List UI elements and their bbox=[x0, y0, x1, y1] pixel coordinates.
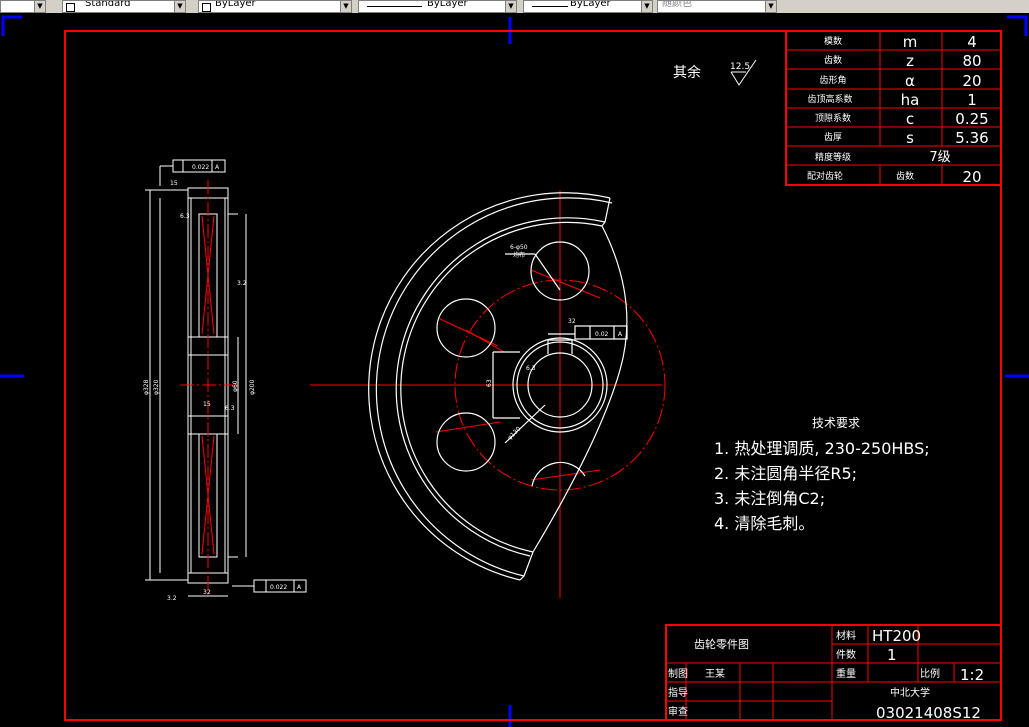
guide-label: 指导 bbox=[668, 686, 688, 699]
param-label: 齿厚 bbox=[824, 132, 842, 143]
mate-label: 配对齿轮 bbox=[807, 170, 843, 182]
param-label: 顶隙系数 bbox=[815, 112, 851, 124]
drawn-value: 王某 bbox=[705, 668, 725, 680]
side-tolerance-1: 0.022 bbox=[192, 164, 209, 171]
side-dim-top: 15 bbox=[170, 180, 178, 187]
weight-label: 重量 bbox=[836, 667, 856, 680]
lineweight-select[interactable]: ByLayer ▼ bbox=[523, 0, 653, 13]
side-dia-4: φ200 bbox=[249, 379, 256, 395]
side-dia-3: φ60 bbox=[232, 380, 239, 392]
side-dim-width: 32 bbox=[203, 589, 211, 596]
style-icon bbox=[66, 3, 75, 12]
side-dia-1: φ328 bbox=[143, 379, 150, 395]
layer-color-icon bbox=[202, 3, 211, 12]
parameter-table: 模数 齿数 齿形角 齿顶高系数 顶隙系数 齿厚 精度等级 配对齿轮 齿数 m z… bbox=[785, 30, 1002, 186]
keyway-depth: 63 bbox=[486, 379, 493, 387]
lineweight-sample-icon bbox=[532, 6, 568, 7]
param-value: 20 bbox=[962, 72, 981, 90]
tech-item: 4. 清除毛刺。 bbox=[714, 514, 814, 533]
drawing-number: 03021408S12 bbox=[876, 704, 981, 722]
plot-style-select[interactable]: 随颜色 ▼ bbox=[657, 0, 777, 13]
qty-label: 件数 bbox=[836, 648, 856, 661]
roughness-prefix: 其余 bbox=[673, 64, 701, 81]
side-tolerance-2: 0.022 bbox=[270, 584, 287, 591]
side-view: 0.022 A 0.022 A 15 32 15 3.2 6.3 3.2 6.3… bbox=[143, 159, 307, 602]
param-label: 模数 bbox=[824, 35, 842, 47]
dropdown-arrow-icon[interactable]: ▼ bbox=[765, 1, 776, 12]
tech-requirements: 技术要求 1. 热处理调质, 230-250HBS; 2. 未注圆角半径R5; … bbox=[714, 416, 930, 533]
param-value: 1 bbox=[967, 91, 977, 109]
side-datum-2: A bbox=[297, 584, 302, 591]
param-symbol: m bbox=[903, 33, 918, 51]
front-view: 6-φ50 均布 32 0.02 A 6.3 63 φ130 bbox=[310, 190, 666, 598]
keyway-tolerance: 0.02 bbox=[595, 331, 609, 338]
side-dim-mid: 15 bbox=[203, 401, 211, 408]
mate-sub-label: 齿数 bbox=[896, 170, 914, 182]
drawing-name: 齿轮零件图 bbox=[694, 637, 749, 651]
toolbar-left-stub[interactable]: ▼ bbox=[0, 0, 46, 13]
scale-value: 1:2 bbox=[960, 666, 984, 684]
scale-label: 比例 bbox=[920, 667, 940, 680]
pcd-dimension: φ130 bbox=[506, 425, 522, 441]
dropdown-arrow-icon[interactable]: ▼ bbox=[174, 1, 185, 12]
tech-title: 技术要求 bbox=[812, 416, 860, 430]
qty-value: 1 bbox=[887, 646, 897, 664]
param-value: 5.36 bbox=[955, 129, 988, 147]
param-label: 齿形角 bbox=[819, 74, 846, 86]
tech-item: 1. 热处理调质, 230-250HBS; bbox=[714, 439, 930, 458]
keyway-width: 32 bbox=[568, 318, 576, 325]
linetype-select[interactable]: ByLayer ▼ bbox=[358, 0, 517, 13]
param-value: 80 bbox=[962, 52, 981, 70]
side-datum-1: A bbox=[215, 164, 220, 171]
param-label: 齿数 bbox=[824, 54, 842, 66]
review-label: 审查 bbox=[668, 705, 688, 718]
drawn-label: 制图 bbox=[668, 667, 688, 680]
drawing-canvas[interactable]: 模数 齿数 齿形角 齿顶高系数 顶隙系数 齿厚 精度等级 配对齿轮 齿数 m z… bbox=[0, 13, 1029, 727]
param-symbol: z bbox=[906, 52, 914, 70]
holes-note-2: 均布 bbox=[513, 251, 525, 259]
param-symbol: α bbox=[905, 72, 915, 90]
tech-item: 3. 未注倒角C2; bbox=[714, 489, 825, 508]
param-value: 0.25 bbox=[955, 110, 988, 128]
text-style-select[interactable]: Standard ▼ bbox=[62, 0, 186, 13]
drawing-svg[interactable]: 模数 齿数 齿形角 齿顶高系数 顶隙系数 齿厚 精度等级 配对齿轮 齿数 m z… bbox=[0, 13, 1029, 727]
school-name: 中北大学 bbox=[890, 686, 930, 699]
layer-select[interactable]: ByLayer ▼ bbox=[198, 0, 352, 13]
param-symbol: s bbox=[906, 129, 914, 147]
keyway-datum: A bbox=[618, 331, 623, 338]
drawing-frame bbox=[64, 30, 1002, 721]
dropdown-arrow-icon[interactable]: ▼ bbox=[340, 1, 351, 12]
dropdown-arrow-icon[interactable]: ▼ bbox=[505, 1, 516, 12]
dropdown-arrow-icon[interactable]: ▼ bbox=[641, 1, 652, 12]
side-rough-top: 6.3 bbox=[180, 213, 190, 220]
title-block: 齿轮零件图 材料 件数 重量 比例 制图 王某 指导 审查 中北大学 HT200… bbox=[665, 624, 1002, 722]
tech-item: 2. 未注圆角半径R5; bbox=[714, 464, 857, 483]
material-label: 材料 bbox=[836, 629, 856, 642]
mate-value: 20 bbox=[962, 168, 981, 186]
holes-note: 6-φ50 bbox=[510, 244, 528, 251]
material-value: HT200 bbox=[872, 627, 921, 645]
param-symbol: ha bbox=[901, 91, 920, 109]
side-dia-2: φ320 bbox=[153, 379, 160, 395]
linetype-sample-icon bbox=[367, 6, 422, 7]
front-rough: 6.3 bbox=[526, 365, 536, 372]
param-value: 4 bbox=[967, 33, 977, 51]
roughness-value: 12.5 bbox=[730, 62, 750, 72]
properties-toolbar: ▼ Standard ▼ ByLayer ▼ ByLayer ▼ ByLayer… bbox=[0, 0, 1029, 14]
dropdown-arrow-icon[interactable]: ▼ bbox=[34, 1, 45, 12]
grade-value: 7级 bbox=[929, 150, 950, 165]
param-symbol: c bbox=[906, 110, 914, 128]
param-label: 齿顶高系数 bbox=[807, 93, 852, 105]
grade-label: 精度等级 bbox=[815, 151, 851, 163]
side-rough-mid: 6.3 bbox=[225, 405, 235, 412]
side-rough-right: 3.2 bbox=[237, 280, 247, 287]
side-rough-bottom: 3.2 bbox=[167, 595, 177, 602]
